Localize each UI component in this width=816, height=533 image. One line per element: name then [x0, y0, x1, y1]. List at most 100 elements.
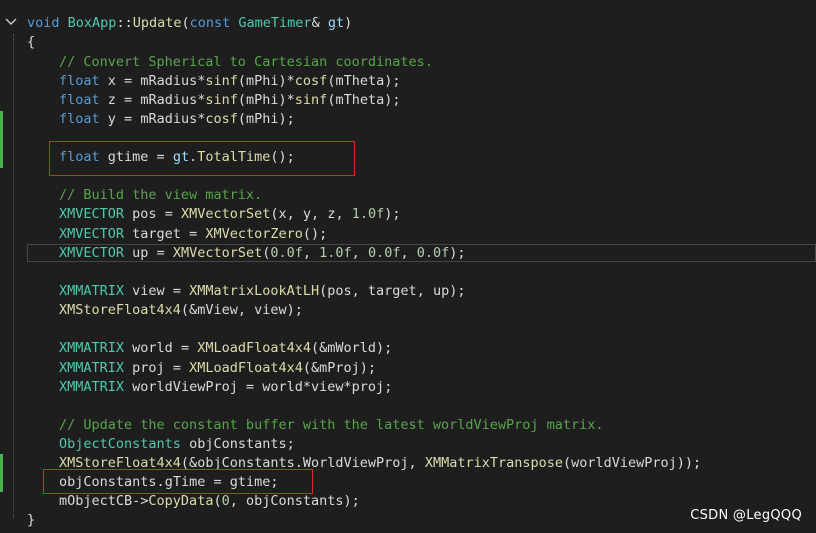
code-token: ( [237, 92, 247, 108]
code-token: proj [351, 379, 385, 395]
code-token: mPhi [246, 92, 279, 108]
code-token: , [229, 493, 246, 509]
code-token: worldViewProj [571, 455, 677, 471]
code-token: target [367, 283, 417, 299]
code-line[interactable]: ObjectConstants objConstants; [59, 435, 295, 454]
code-token: ; [286, 436, 295, 452]
code-token: ); [384, 92, 401, 108]
code-token: ) [344, 15, 353, 31]
code-token: XMVectorSet [172, 245, 263, 261]
code-line[interactable]: XMStoreFloat4x4(&mView, view); [59, 301, 303, 320]
code-token: 0.0f [416, 245, 450, 261]
code-line[interactable]: // Convert Spherical to Cartesian coordi… [59, 53, 433, 72]
code-token: , [408, 455, 425, 471]
code-line-signature[interactable]: void BoxApp::Update(const GameTimer& gt) [27, 14, 352, 33]
code-token: Update [132, 15, 182, 31]
code-token: gt [327, 15, 345, 31]
code-line[interactable]: XMMATRIX worldViewProj = world*view*proj… [59, 378, 392, 397]
code-token: ); [359, 360, 377, 376]
code-token: sinf [205, 92, 238, 108]
highlight-box-gtime-declaration [49, 141, 355, 176]
highlight-box-gtime-assignment [43, 469, 313, 494]
code-token: XMMATRIX [59, 360, 125, 376]
code-token: = [172, 340, 198, 356]
code-token: , [302, 245, 320, 261]
code-token: , [416, 283, 433, 299]
change-marker [0, 454, 3, 492]
code-token: )); [676, 455, 702, 471]
code-token: up [132, 245, 149, 261]
code-token: XMMATRIX [59, 283, 125, 299]
code-token: ( [181, 15, 190, 31]
code-token: objConstants [246, 493, 344, 509]
code-token: ; [384, 379, 393, 395]
code-token: mTheta [335, 73, 385, 89]
code-token: -> [132, 493, 149, 509]
code-token: , [400, 245, 417, 261]
code-token: (& [302, 360, 320, 376]
code-token: XMVECTOR [59, 206, 125, 222]
code-token: view [254, 302, 287, 318]
fold-chevron-icon[interactable] [4, 15, 18, 29]
code-token: // Convert Spherical to Cartesian coordi… [59, 54, 433, 70]
code-token: ); [343, 493, 360, 509]
code-token: , [351, 245, 368, 261]
code-line[interactable]: XMVECTOR up = XMVectorSet(0.0f, 1.0f, 0.… [59, 244, 466, 263]
code-token: ); [449, 283, 466, 299]
code-token: x [107, 73, 116, 89]
code-line[interactable]: // Update the constant buffer with the l… [59, 416, 604, 435]
code-token: mPhi [246, 111, 279, 127]
code-token: ( [237, 73, 247, 89]
code-token: (& [311, 340, 328, 356]
code-token: 0.0f [270, 245, 303, 261]
code-token: )* [278, 92, 295, 108]
code-line[interactable]: float y = mRadius*cosf(mPhi); [59, 110, 295, 129]
watermark: CSDN @LegQQQ [690, 508, 802, 523]
code-token: 1.0f [351, 206, 385, 222]
code-line[interactable]: // Build the view matrix. [59, 186, 262, 205]
code-token: XMVECTOR [59, 245, 125, 261]
code-editor[interactable]: void BoxApp::Update(const GameTimer& gt)… [0, 0, 816, 533]
code-token: = [237, 379, 263, 395]
code-line[interactable]: XMVECTOR target = XMVectorZero(); [59, 225, 327, 244]
code-line-close-brace[interactable]: } [27, 511, 35, 530]
code-token: XMLoadFloat4x4 [197, 340, 311, 356]
code-line[interactable]: XMMATRIX world = XMLoadFloat4x4(&mWorld)… [59, 339, 392, 358]
code-line[interactable]: XMVECTOR pos = XMVectorSet(x, y, z, 1.0f… [59, 205, 401, 224]
code-token: , [286, 206, 303, 222]
code-token: 1.0f [319, 245, 352, 261]
code-token: WorldViewProj [302, 455, 409, 471]
code-token: { [27, 34, 36, 50]
code-token: ObjectConstants [59, 436, 181, 452]
code-token: , [351, 283, 368, 299]
code-line[interactable]: XMMATRIX view = XMMatrixLookAtLH(pos, ta… [59, 282, 466, 301]
code-token: world [262, 379, 303, 395]
code-token: ); [286, 302, 303, 318]
code-token: worldViewProj [132, 379, 238, 395]
code-line[interactable]: float z = mRadius*sinf(mPhi)*sinf(mTheta… [59, 91, 401, 110]
code-line[interactable]: mObjectCB->CopyData(0, objConstants); [59, 492, 360, 511]
code-token: proj [132, 360, 165, 376]
code-token: BoxApp [67, 15, 117, 31]
code-token: XMMatrixLookAtLH [189, 283, 320, 299]
code-token: (); [302, 226, 328, 242]
code-token: XMVECTOR [59, 226, 125, 242]
code-token: pos [132, 206, 157, 222]
code-token: * [302, 379, 312, 395]
code-token: ( [562, 455, 572, 471]
code-token: = [115, 92, 141, 108]
code-token: // Update the constant buffer with the l… [59, 417, 604, 433]
code-token: mTheta [335, 92, 385, 108]
change-marker [0, 111, 3, 168]
code-line[interactable]: float x = mRadius*sinf(mPhi)*cosf(mTheta… [59, 72, 401, 91]
code-line-open-brace[interactable]: { [27, 33, 35, 52]
code-token: mRadius [140, 111, 198, 127]
code-token: ); [384, 206, 401, 222]
code-line[interactable]: XMMATRIX proj = XMLoadFloat4x4(&mProj); [59, 359, 376, 378]
